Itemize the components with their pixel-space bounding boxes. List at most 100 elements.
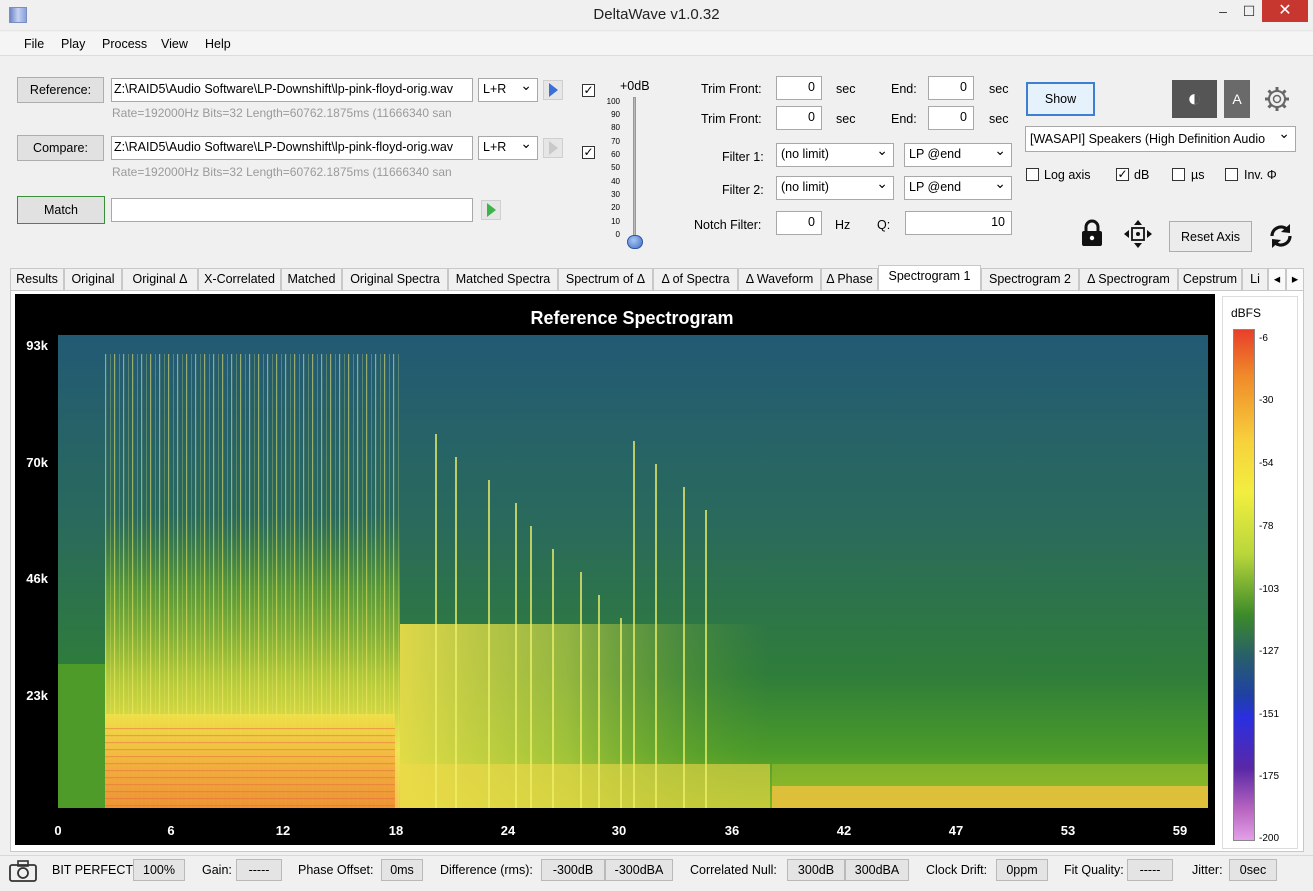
maximize-button[interactable]: ☐: [1236, 0, 1262, 22]
spike: [552, 549, 554, 808]
menu-view[interactable]: View: [161, 37, 188, 51]
trim-end-unit: sec: [989, 112, 1009, 126]
x-tick-label: 6: [167, 823, 174, 838]
log-axis-checkbox[interactable]: [1026, 168, 1039, 181]
tab-delta-waveform[interactable]: Δ Waveform: [738, 268, 821, 290]
title-bar: DeltaWave v1.0.32 – ☐ ✕: [0, 0, 1313, 31]
spike: [655, 464, 657, 808]
menu-process[interactable]: Process: [102, 37, 147, 51]
tab-spectrogram-2[interactable]: Spectrogram 2: [981, 268, 1079, 290]
gear-icon[interactable]: [1264, 86, 1290, 115]
move-pan-icon[interactable]: [1123, 220, 1153, 251]
q-field[interactable]: 10: [905, 211, 1012, 235]
filter2-mode-select[interactable]: LP @end: [904, 176, 1012, 200]
correlated-null-dba-value: 300dBA: [845, 859, 909, 881]
reference-info: Rate=192000Hz Bits=32 Length=60762.1875m…: [112, 106, 452, 120]
inv-phase-label: Inv. Φ: [1244, 168, 1277, 182]
y-tick-label: 70k: [26, 455, 48, 470]
font-a-button[interactable]: A: [1224, 80, 1250, 118]
trim-end-unit: sec: [989, 82, 1009, 96]
tab-cepstrum[interactable]: Cepstrum: [1178, 268, 1242, 290]
tab-matched[interactable]: Matched: [281, 268, 342, 290]
filter2-select[interactable]: (no limit): [776, 176, 894, 200]
menu-play[interactable]: Play: [61, 37, 85, 51]
compare-info: Rate=192000Hz Bits=32 Length=60762.1875m…: [112, 165, 452, 179]
trim-end-field-1[interactable]: 0: [928, 76, 974, 100]
play-match-button[interactable]: [481, 200, 501, 220]
db-checkbox[interactable]: ✓: [1116, 168, 1129, 181]
spike: [530, 526, 532, 808]
volume-scale: 100 90 80 70 60 50 40 30 20 10 0: [606, 97, 620, 239]
compare-channel-select[interactable]: L+R: [478, 136, 538, 160]
bit-perfect-label: BIT PERFECT!: [52, 863, 137, 877]
filter1-select[interactable]: (no limit): [776, 143, 894, 167]
correlated-null-db-value: 300dB: [787, 859, 845, 881]
tab-delta-phase[interactable]: Δ Phase: [821, 268, 878, 290]
notch-filter-field[interactable]: 0: [776, 211, 822, 235]
y-tick-label: 46k: [26, 571, 48, 586]
y-tick-label: 23k: [26, 688, 48, 703]
tab-results[interactable]: Results: [10, 268, 64, 290]
x-tick-label: 42: [837, 823, 851, 838]
close-button[interactable]: ✕: [1262, 0, 1308, 22]
trim-front-label: Trim Front:: [701, 112, 762, 126]
colorbar: [1233, 329, 1255, 841]
audio-device-select[interactable]: [WASAPI] Speakers (High Definition Audio: [1025, 126, 1296, 152]
match-button[interactable]: Match: [17, 196, 105, 224]
show-button[interactable]: Show: [1026, 82, 1095, 116]
volume-label: +0dB: [620, 79, 650, 93]
spectrogram-plot[interactable]: Reference Spectrogram 93k 70k 46k 23k 0 …: [15, 294, 1215, 845]
tab-original-delta[interactable]: Original Δ: [122, 268, 198, 290]
reference-button[interactable]: Reference:: [17, 77, 104, 103]
menu-help[interactable]: Help: [205, 37, 231, 51]
minimize-button[interactable]: –: [1210, 0, 1236, 22]
contrast-icon[interactable]: ◐: [1172, 80, 1217, 118]
tab-original[interactable]: Original: [64, 268, 122, 290]
compare-checkbox[interactable]: ✓: [582, 146, 595, 159]
tab-scroll-right[interactable]: ▸: [1286, 268, 1304, 290]
refresh-icon[interactable]: [1268, 222, 1294, 253]
status-bar: BIT PERFECT! 100% Gain: ----- Phase Offs…: [0, 855, 1313, 891]
camera-icon[interactable]: [8, 859, 38, 886]
colorbar-panel: dBFS -6 -30 -54 -78 -103 -127 -151 -175 …: [1222, 296, 1298, 849]
play-icon: [549, 141, 558, 155]
tab-matched-spectra[interactable]: Matched Spectra: [448, 268, 558, 290]
q-label: Q:: [877, 218, 891, 232]
tab-list[interactable]: Li: [1242, 268, 1268, 290]
colorbar-tick: -6: [1259, 333, 1268, 344]
volume-track: [633, 97, 636, 242]
db-label: dB: [1134, 168, 1150, 182]
us-checkbox[interactable]: [1172, 168, 1185, 181]
tab-delta-of-spectra[interactable]: Δ of Spectra: [653, 268, 738, 290]
tab-spectrum-of-delta[interactable]: Spectrum of Δ: [558, 268, 653, 290]
reset-axis-button[interactable]: Reset Axis: [1169, 221, 1252, 252]
trim-front-field-1[interactable]: 0: [776, 76, 822, 100]
x-tick-label: 12: [276, 823, 290, 838]
play-compare-button[interactable]: [543, 138, 563, 158]
reference-channel-select[interactable]: L+R: [478, 78, 538, 102]
tab-scroll-left[interactable]: ◂: [1268, 268, 1286, 290]
window-title: DeltaWave v1.0.32: [593, 6, 720, 23]
menu-file[interactable]: File: [24, 37, 44, 51]
difference-db-value: -300dB: [541, 859, 605, 881]
match-field[interactable]: [111, 198, 473, 222]
compare-path-field[interactable]: Z:\RAID5\Audio Software\LP-Downshift\lp-…: [111, 136, 473, 160]
tab-original-spectra[interactable]: Original Spectra: [342, 268, 448, 290]
filter1-mode-select[interactable]: LP @end: [904, 143, 1012, 167]
lock-icon[interactable]: [1080, 219, 1104, 250]
tab-spectrogram-1[interactable]: Spectrogram 1: [878, 265, 981, 290]
inv-phase-checkbox[interactable]: [1225, 168, 1238, 181]
trim-front-field-2[interactable]: 0: [776, 106, 822, 130]
spike: [598, 595, 600, 808]
reference-checkbox[interactable]: ✓: [582, 84, 595, 97]
tab-delta-spectrogram[interactable]: Δ Spectrogram: [1079, 268, 1178, 290]
reference-path-field[interactable]: Z:\RAID5\Audio Software\LP-Downshift\lp-…: [111, 78, 473, 102]
compare-button[interactable]: Compare:: [17, 135, 104, 161]
volume-slider-thumb[interactable]: [627, 235, 643, 249]
spike: [633, 441, 635, 808]
tab-x-correlated[interactable]: X-Correlated: [198, 268, 281, 290]
x-tick-label: 59: [1173, 823, 1187, 838]
trim-end-field-2[interactable]: 0: [928, 106, 974, 130]
play-reference-button[interactable]: [543, 80, 563, 100]
us-label: µs: [1191, 168, 1205, 182]
